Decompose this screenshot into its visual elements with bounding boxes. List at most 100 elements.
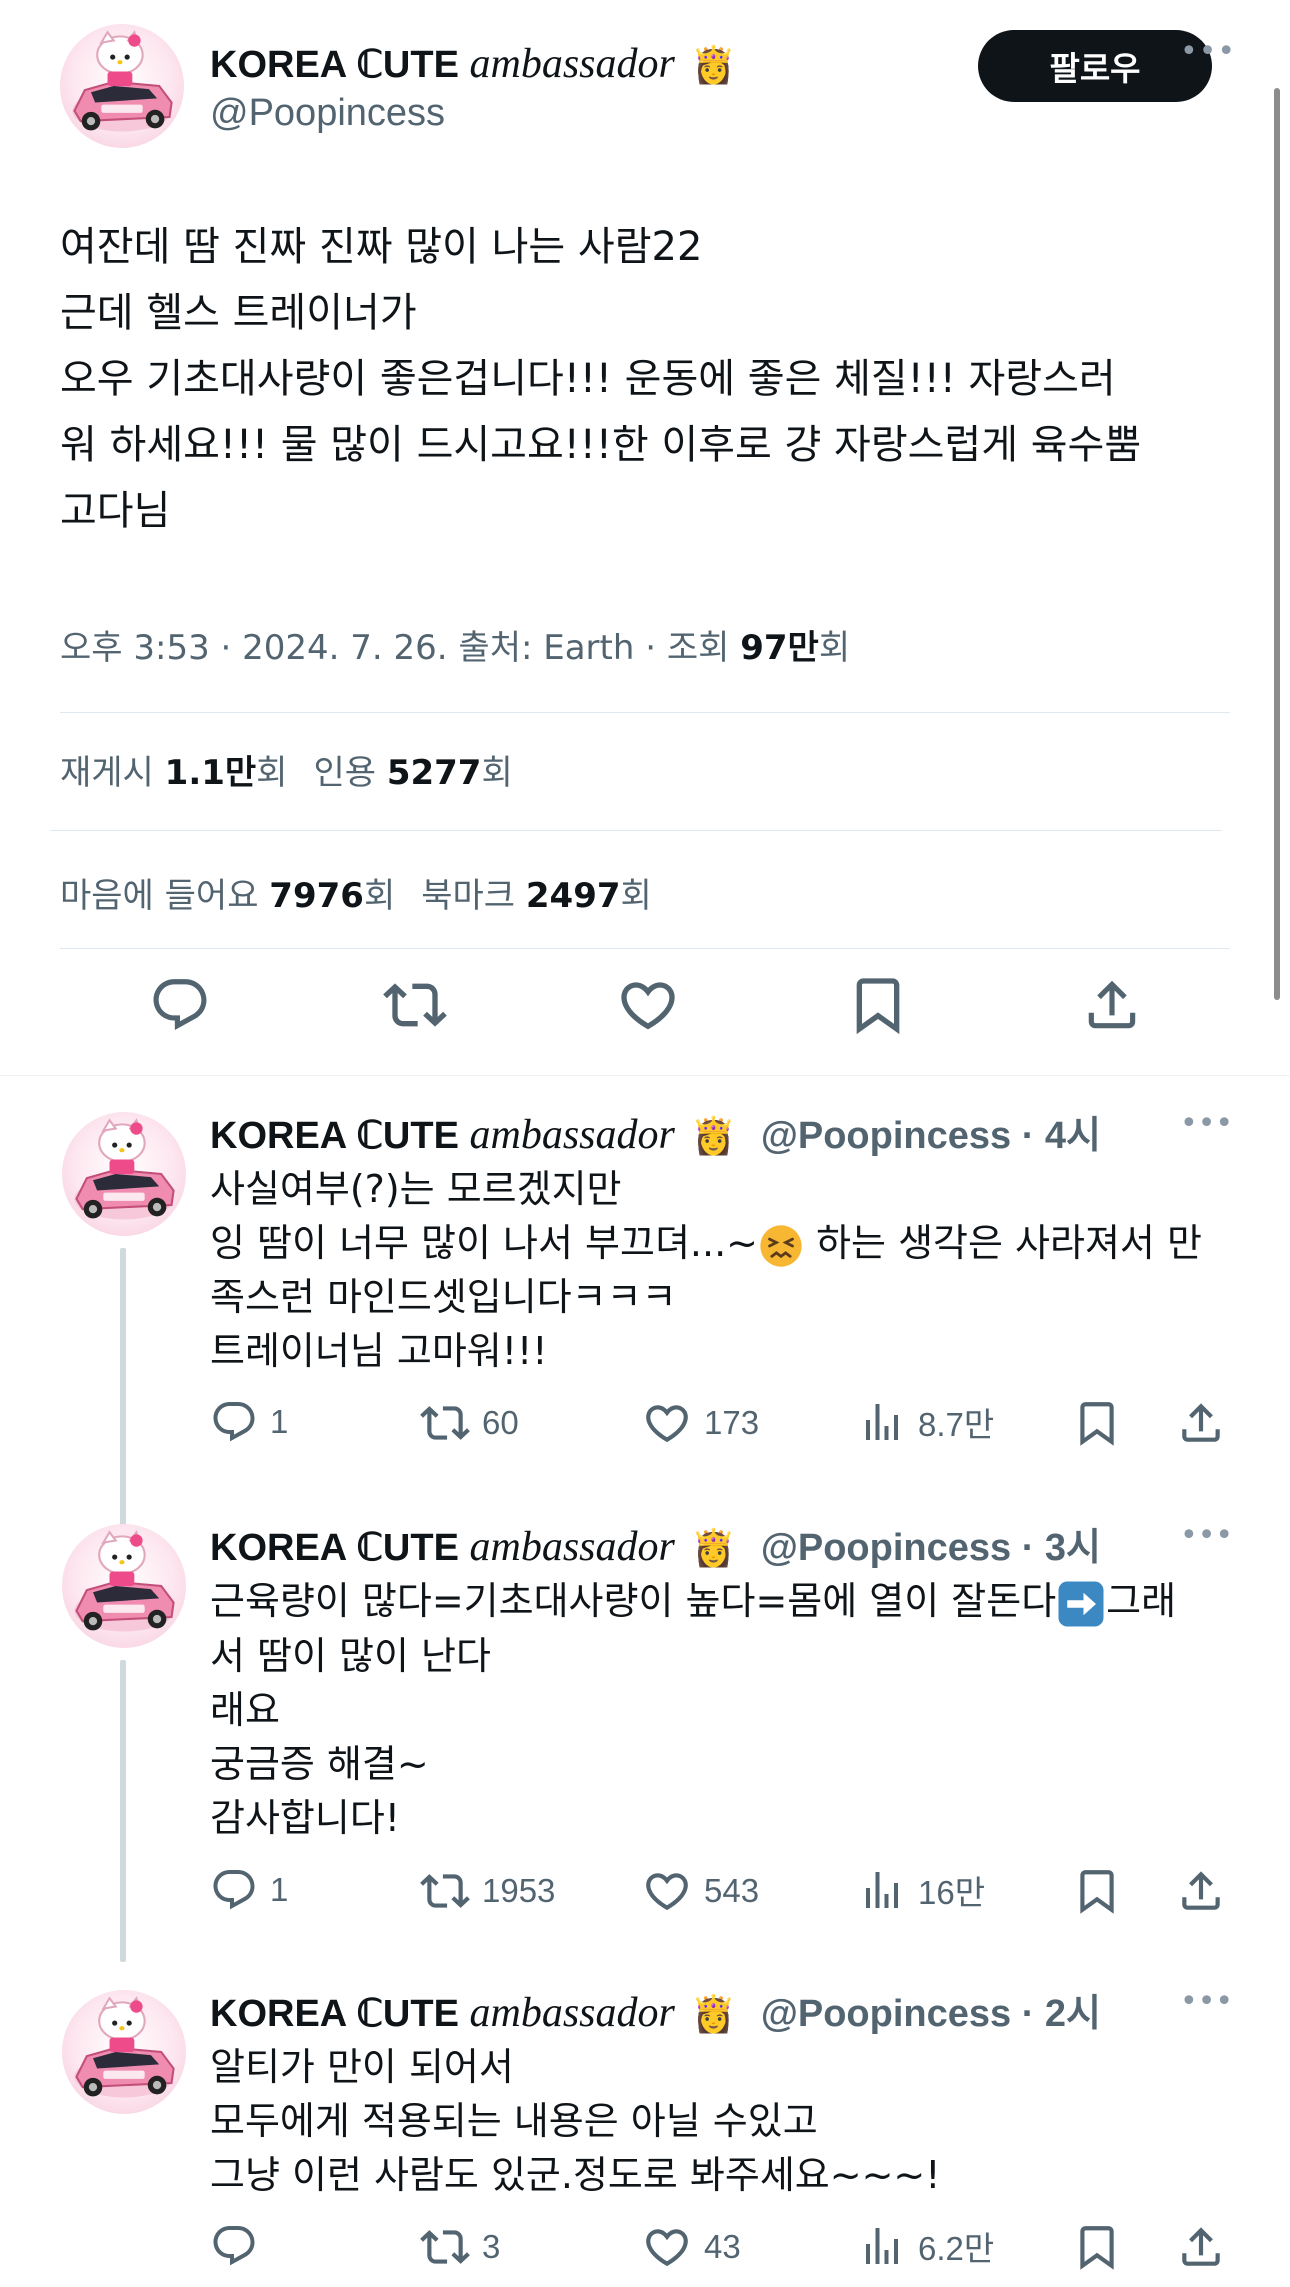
reposts-stat[interactable]: 재게시 1.1만회: [60, 753, 287, 793]
display-name[interactable]: KOREA ℂUTE ambassador 👸: [210, 40, 736, 88]
reply-count: 1: [270, 1403, 289, 1440]
stats-row-likes: 마음에 들어요 7976회 북마크 2497회: [60, 868, 652, 917]
tweet-text-line: 오우 기초대사량이 좋은겁니다!!! 운동에 좋은 체질!!! 자랑스러: [60, 356, 1116, 402]
tweet-timestamp[interactable]: 오후 3:53 · 2024. 7. 26. 출처: Earth · 조회: [60, 628, 740, 668]
reposts-label: 재게시: [60, 753, 165, 793]
tweet-text-line: 근데 헬스 트레이너가: [60, 290, 417, 336]
tweet-meta: 오후 3:53 · 2024. 7. 26. 출처: Earth · 조회 97…: [60, 620, 850, 669]
reply-tweet[interactable]: KOREA ℂUTE ambassador 👸 @Poopincess · 3시…: [0, 1494, 1290, 1962]
reply-text-line: 궁금증 해결~: [210, 1741, 429, 1786]
share-icon: [1081, 974, 1143, 1036]
repost-button[interactable]: [380, 970, 450, 1040]
reply-icon: [210, 1866, 258, 1914]
user-handle-time[interactable]: @Poopincess · 3시: [761, 1527, 1101, 1569]
display-name-text[interactable]: KOREA ℂUTE: [210, 1993, 459, 2035]
views-button[interactable]: 8.7만: [858, 1398, 994, 1446]
more-icon[interactable]: •••: [1180, 1106, 1233, 1141]
avatar[interactable]: [62, 1990, 186, 2114]
likes-value: 7976: [269, 876, 364, 916]
bookmark-icon: [1072, 1866, 1122, 1916]
display-name-italic: ambassador: [469, 1112, 675, 1158]
views-icon: [858, 1398, 906, 1446]
display-name-italic: ambassador: [469, 1990, 675, 2036]
user-handle-time[interactable]: @Poopincess · 2시: [761, 1993, 1101, 2035]
likes-stat[interactable]: 마음에 들어요 7976회: [60, 876, 395, 916]
avatar[interactable]: [60, 24, 184, 148]
views-button[interactable]: 6.2만: [858, 2222, 994, 2270]
repost-button[interactable]: 1953: [420, 1866, 555, 1916]
share-button[interactable]: [1176, 1866, 1226, 1916]
reply-count: 1: [270, 1871, 289, 1908]
share-button[interactable]: [1176, 2222, 1226, 2272]
user-handle[interactable]: @Poopincess: [210, 92, 445, 135]
user-handle-time[interactable]: @Poopincess · 4시: [761, 1115, 1101, 1157]
avatar[interactable]: [62, 1112, 186, 1236]
views-button[interactable]: 16만: [858, 1866, 985, 1914]
tweet-action-bar: [60, 970, 1230, 1050]
share-icon: [1176, 2222, 1226, 2272]
avatar[interactable]: [62, 1524, 186, 1648]
like-button[interactable]: 43: [642, 2222, 741, 2272]
reply-icon: [210, 1398, 258, 1446]
reply-text-segment: 잉 땀이 너무 많이 나서 부끄뎌...~: [210, 1221, 758, 1265]
like-icon: [642, 1866, 692, 1916]
repost-count: 1953: [482, 1872, 556, 1909]
repost-button[interactable]: 60: [420, 1398, 519, 1448]
reply-text-line: 모두에게 적용되는 내용은 아닐 수있고: [210, 2099, 818, 2143]
reply-icon: [210, 2222, 258, 2270]
tweet-text-line: 여잔데 땀 진짜 진짜 많이 나는 사람22: [60, 224, 703, 270]
quotes-stat[interactable]: 인용 5277회: [313, 753, 512, 793]
bookmark-icon: [1072, 2222, 1122, 2272]
scrollbar[interactable]: [1274, 88, 1280, 1000]
bookmark-button[interactable]: [843, 970, 913, 1040]
tweet-text: 여잔데 땀 진짜 진짜 많이 나는 사람22 근데 헬스 트레이너가 오우 기초…: [60, 214, 1240, 544]
display-name-text[interactable]: KOREA ℂUTE: [210, 1527, 459, 1569]
tweet-text-line: 고다님: [60, 488, 171, 534]
reply-text-line: 서 땀이 많이 난다: [210, 1633, 491, 1678]
crown-emoji-icon: 👸: [691, 1527, 737, 1568]
reply-tweet[interactable]: KOREA ℂUTE ambassador 👸 @Poopincess · 4시…: [0, 1082, 1290, 1588]
hello-kitty-car-avatar-icon: [62, 1990, 186, 2114]
like-button[interactable]: 173: [642, 1398, 759, 1448]
reply-tweet[interactable]: KOREA ℂUTE ambassador 👸 @Poopincess · 2시…: [0, 1960, 1290, 2287]
likes-suffix: 회: [363, 876, 396, 916]
repost-button[interactable]: 3: [420, 2222, 500, 2272]
reply-text: 알티가 만이 되어서 모두에게 적용되는 내용은 아닐 수있고 그냥 이런 사람…: [210, 2040, 1260, 2202]
like-count: 543: [704, 1872, 760, 1909]
reply-action-bar: 3 43 6.2만: [210, 2222, 1270, 2282]
views-count: 6.2만: [918, 2230, 995, 2267]
share-button[interactable]: [1077, 970, 1147, 1040]
views-count: 97만: [740, 628, 819, 668]
reply-text-line: 트레이너님 고마워!!!: [210, 1329, 548, 1373]
share-button[interactable]: [1176, 1398, 1226, 1448]
repost-icon: [383, 973, 447, 1037]
display-name-text[interactable]: KOREA ℂUTE: [210, 1115, 459, 1157]
stats-row-reposts: 재게시 1.1만회 인용 5277회: [60, 745, 513, 794]
reply-button[interactable]: [145, 970, 215, 1040]
bookmark-button[interactable]: [1072, 2222, 1122, 2272]
more-icon[interactable]: •••: [1180, 1984, 1233, 2019]
bookmark-icon: [846, 973, 910, 1037]
bookmarks-stat[interactable]: 북마크 2497회: [421, 876, 652, 916]
like-icon: [642, 2222, 692, 2272]
reply-text-segment: 하는 생각은 사라져서 만: [804, 1221, 1202, 1265]
reply-button[interactable]: [210, 2222, 270, 2270]
repost-icon: [420, 1866, 470, 1916]
reply-text-line-with-emoji: 잉 땀이 너무 많이 나서 부끄뎌...~ 하는 생각은 사라져서 만: [210, 1216, 1260, 1270]
crown-emoji-icon: 👸: [691, 44, 737, 85]
bookmark-button[interactable]: [1072, 1398, 1122, 1448]
crown-emoji-icon: 👸: [691, 1993, 737, 2034]
like-button[interactable]: 543: [642, 1866, 759, 1916]
reply-button[interactable]: 1: [210, 1866, 288, 1914]
follow-button[interactable]: 팔로우: [978, 30, 1212, 102]
like-button[interactable]: [613, 970, 683, 1040]
views-icon: [858, 2222, 906, 2270]
more-icon[interactable]: •••: [1180, 1518, 1233, 1553]
reply-button[interactable]: 1: [210, 1398, 288, 1446]
more-icon[interactable]: •••: [1180, 34, 1236, 69]
like-icon: [642, 1398, 692, 1448]
bookmarks-value: 2497: [525, 876, 621, 916]
bookmark-button[interactable]: [1072, 1866, 1122, 1916]
bookmarks-label: 북마크: [421, 876, 526, 916]
repost-count: 60: [482, 1404, 519, 1441]
